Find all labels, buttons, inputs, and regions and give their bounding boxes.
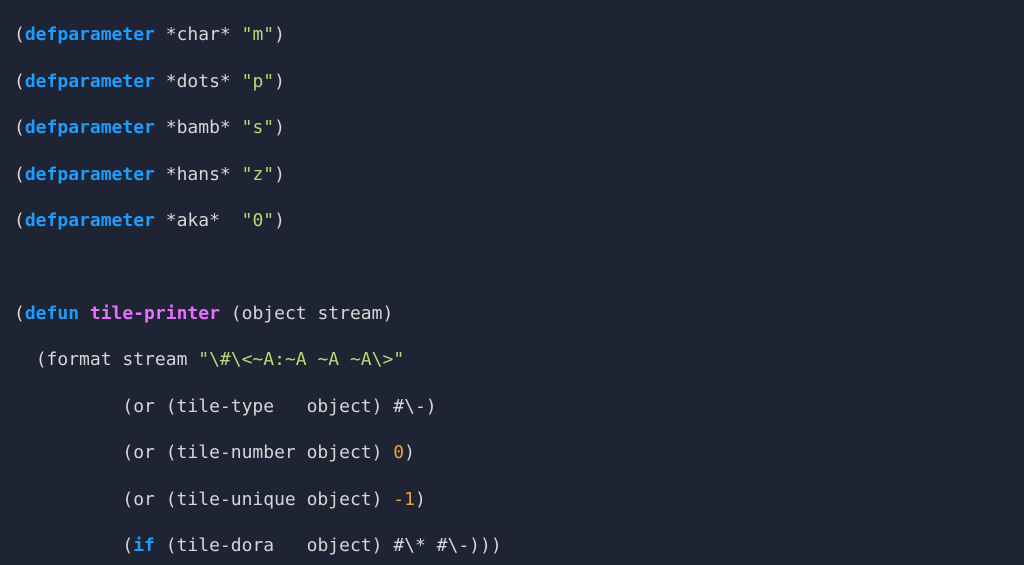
code-line: (or (tile-unique object) -1) [14, 488, 1024, 511]
code-line: (defparameter *dots* "p") [14, 70, 1024, 93]
keyword-defparameter: defparameter [25, 24, 155, 45]
code-line: (or (tile-type object) #\-) [14, 395, 1024, 418]
code-line: (defparameter *hans* "z") [14, 163, 1024, 186]
blank-line [14, 255, 1024, 278]
code-line: (defun tile-printer (object stream) [14, 302, 1024, 325]
code-line: (defparameter *bamb* "s") [14, 116, 1024, 139]
keyword-defun: defun [25, 303, 79, 324]
code-line: (defparameter *aka* "0") [14, 209, 1024, 232]
code-editor[interactable]: (defparameter *char* "m") (defparameter … [0, 0, 1024, 565]
function-name: tile-printer [90, 303, 220, 324]
code-line: (defparameter *char* "m") [14, 23, 1024, 46]
code-line: (format stream "\#\<~A:~A ~A ~A\>" [14, 348, 1024, 371]
code-line: (or (tile-number object) 0) [14, 441, 1024, 464]
code-line: (if (tile-dora object) #\* #\-))) [14, 534, 1024, 557]
